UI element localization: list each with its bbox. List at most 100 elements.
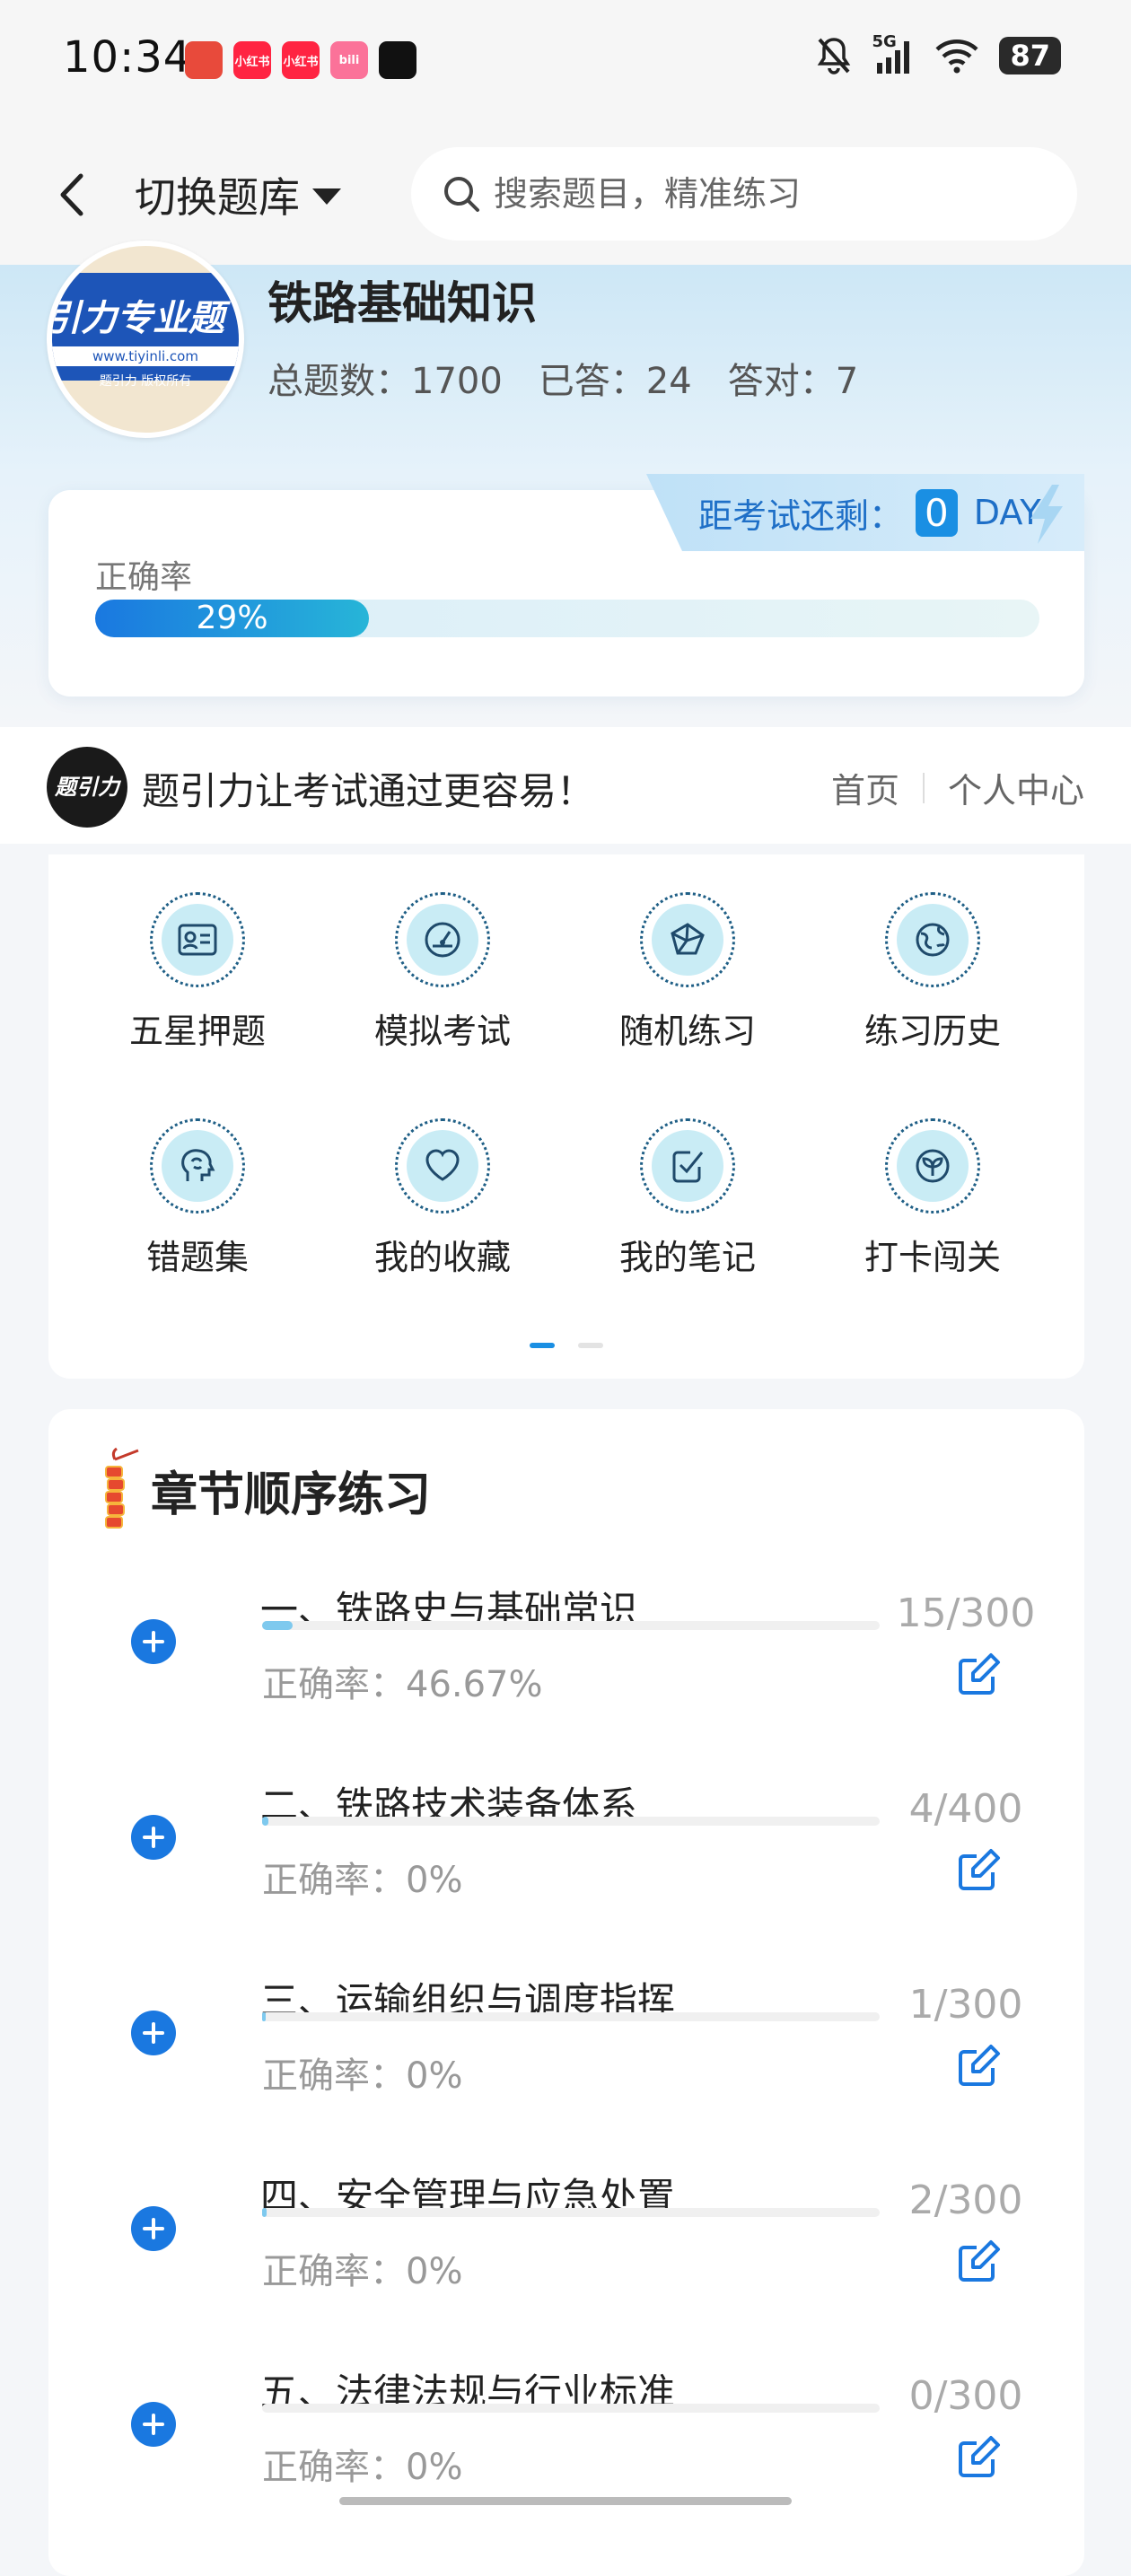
feature-icon-ring [395,1118,490,1214]
wifi-icon [935,39,979,74]
exam-countdown-tag: 距考试还剩： 0 DAY [646,474,1084,551]
page-dot[interactable] [578,1343,603,1348]
cell-signal-icon: 5G [872,32,915,75]
chapter-header: 章节顺序练习 [99,1447,431,1533]
chapter-accuracy: 正确率：46.67% [262,1664,543,1705]
feature-icon-ring [885,1118,980,1214]
search-icon [444,177,479,212]
chapter-count: 4/400 [908,1786,1023,1832]
feature-item[interactable]: 模拟考试 [330,892,555,1053]
expand-chapter-button[interactable] [131,2011,176,2055]
edit-icon [959,2240,1000,2282]
expand-chapter-button[interactable] [131,2402,176,2447]
chapter-progress-bar [262,2208,880,2217]
switch-bank-dropdown[interactable]: 切换题库 [135,165,341,224]
chapter-progress-fill [262,2012,266,2021]
chapter-row[interactable]: 三、运输组织与调度指挥 正确率：0% 1/300 [48,1971,1084,2167]
battery-indicator: 87 [999,37,1061,74]
chapter-progress-bar [262,2012,880,2021]
brand-logo: 题引力 [47,747,127,828]
practice-edit-button[interactable] [955,2239,1002,2289]
plus-icon [143,2218,164,2239]
caret-down-icon [312,188,341,205]
xiaohongshu-icon: 小红书 [233,41,271,79]
feature-label: 我的笔记 [618,1238,756,1277]
chapter-progress-fill [262,2208,267,2217]
feature-label: 随机练习 [618,1012,756,1051]
brand-logo-text: 题引力 [55,775,119,800]
logo-text: 引力专业题 [47,298,224,339]
search-bar[interactable] [411,147,1077,241]
logo-url: www.tiyinli.com [52,346,239,366]
feature-item[interactable]: 随机练习 [575,892,800,1053]
capcut-icon [379,41,416,79]
switch-bank-label: 切换题库 [135,173,300,222]
back-button[interactable] [52,163,88,226]
chapter-row[interactable]: 二、铁路技术装备体系 正确率：0% 4/400 [48,1775,1084,1971]
profile-link[interactable]: 个人中心 [948,763,1084,812]
mute-bell-icon [818,38,851,74]
home-link[interactable]: 首页 [831,763,899,812]
practice-edit-button[interactable] [955,1652,1002,1702]
plus-icon [143,1631,164,1652]
expand-chapter-button[interactable] [131,1815,176,1860]
page-dot-active[interactable] [530,1343,555,1348]
brand-links: 首页 个人中心 [831,763,1084,812]
feature-icon-ring [395,892,490,987]
expand-chapter-button[interactable] [131,1619,176,1664]
feature-icon-ring [150,892,245,987]
chapter-row[interactable]: 五、法律法规与行业标准 正确率：0% 0/300 [48,2362,1084,2558]
id-card-icon [162,904,233,976]
accuracy-progress-bar: 29% [95,600,1039,637]
chapter-row[interactable]: 四、安全管理与应急处置 正确率：0% 2/300 [48,2167,1084,2362]
bilibili-icon: bili [330,41,368,79]
search-input[interactable] [492,173,1034,215]
feature-label: 模拟考试 [373,1012,511,1051]
chapter-count: 15/300 [896,1590,1036,1636]
practice-edit-button[interactable] [955,2043,1002,2093]
lightning-icon [1030,485,1063,544]
feature-item[interactable]: 打卡闯关 [820,1118,1045,1279]
brand-bar: 题引力 题引力让考试通过更容易！ 首页 个人中心 [0,727,1131,844]
feature-item[interactable]: 我的收藏 [330,1118,555,1279]
plus-icon [143,2414,164,2435]
feature-grid: 五星押题 模拟考试 随机练习 练习历史错题集 我的收藏 我的笔记 打卡闯关 [48,854,1084,1379]
practice-edit-button[interactable] [955,1847,1002,1897]
bank-title: 铁路基础知识 [267,277,537,329]
edit-icon [959,2436,1000,2477]
practice-edit-button[interactable] [955,2434,1002,2484]
feature-icon-ring [885,892,980,987]
chapter-practice-card: 章节顺序练习 一、铁路史与基础常识 正确率：46.67% 15/300 二、铁路技术装… [48,1409,1084,2576]
check-note-icon [652,1130,723,1202]
status-bar: 10:34 小红书 小红书 bili 5G 87 [0,0,1131,126]
home-indicator[interactable] [339,2497,792,2505]
chevron-left-icon [60,173,83,216]
feature-item[interactable]: 五星押题 [85,892,310,1053]
network-icon [652,904,723,976]
logo-copyright: 题引力 版权所有 [99,374,192,389]
chapter-progress-bar [262,1621,880,1630]
sprout-icon [897,1130,969,1202]
chapter-row[interactable]: 一、铁路史与基础常识 正确率：46.67% 15/300 [48,1580,1084,1775]
feature-label: 练习历史 [864,1012,1001,1051]
plus-icon [143,2022,164,2044]
chapter-section-title: 章节顺序练习 [151,1468,432,1522]
edit-icon [959,1653,1000,1695]
feature-item[interactable]: 练习历史 [820,892,1045,1053]
feature-label: 我的收藏 [373,1238,511,1277]
system-icons: 5G 87 [816,32,1061,75]
heart-icon [407,1130,478,1202]
chapter-progress-fill [262,1621,294,1630]
feature-item[interactable]: 错题集 [85,1118,310,1279]
total-questions: 总题数：1700 [267,361,503,402]
accuracy-label: 正确率 [95,559,193,596]
feature-item[interactable]: 我的笔记 [575,1118,800,1279]
globe-icon [897,904,969,976]
answered-count: 已答：24 [538,361,692,402]
expand-chapter-button[interactable] [131,2206,176,2251]
link-divider [922,772,925,803]
feature-label: 打卡闯关 [864,1238,1001,1277]
edit-icon [959,2045,1000,2086]
xiaohongshu-icon: 小红书 [282,41,320,79]
countdown-label: 距考试还剩： [698,495,904,536]
